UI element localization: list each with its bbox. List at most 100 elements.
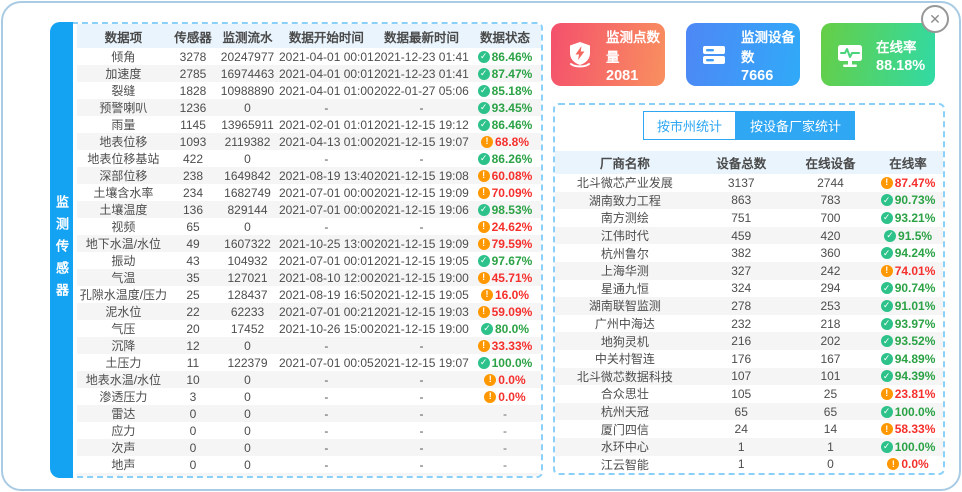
stat-card-label: 监测设备数 bbox=[741, 26, 800, 66]
start-time: - bbox=[279, 152, 374, 166]
latest-time: - bbox=[374, 424, 469, 438]
col-header-flow: 监测流水 bbox=[216, 27, 279, 46]
status-value: 60.08% bbox=[492, 169, 533, 183]
sensor-table-row: 气压20174522021-10-26 15:002021-12-15 19:0… bbox=[77, 320, 541, 337]
status-value: 87.47% bbox=[492, 67, 533, 81]
flow-count: 1607322 bbox=[216, 237, 279, 251]
sensor-count: 35 bbox=[170, 271, 216, 285]
flow-count: 1682749 bbox=[216, 186, 279, 200]
sensor-count: 3278 bbox=[170, 50, 216, 64]
stat-card-value: 2081 bbox=[606, 68, 665, 84]
data-item-name: 泥水位 bbox=[77, 303, 170, 320]
tab-by-city[interactable]: 按市州统计 bbox=[643, 111, 736, 140]
status-value: 79.59% bbox=[492, 237, 533, 251]
sensor-table-row: 孔隙水温度/压力251284372021-08-19 16:502021-12-… bbox=[77, 286, 541, 303]
status-cell: !87.47% bbox=[873, 176, 943, 190]
status-cell: ✓85.18% bbox=[469, 84, 541, 98]
check-circle-icon: ✓ bbox=[478, 204, 490, 216]
start-time: 2021-02-01 01:01 bbox=[279, 118, 374, 132]
flow-count: 0 bbox=[216, 441, 279, 455]
status-cell: !60.08% bbox=[469, 169, 541, 183]
warning-circle-icon: ! bbox=[484, 391, 496, 403]
status-cell: !0.0% bbox=[873, 457, 943, 471]
status-value: 90.74% bbox=[895, 281, 936, 295]
status-value: 100.0% bbox=[895, 405, 936, 419]
vendor-name: 地狗灵机 bbox=[555, 333, 695, 350]
status-value: 16.0% bbox=[495, 288, 529, 302]
check-circle-icon: ✓ bbox=[884, 230, 896, 242]
status-value: 86.46% bbox=[492, 118, 533, 132]
sensor-count: 234 bbox=[170, 186, 216, 200]
data-item-name: 渗透压力 bbox=[77, 388, 170, 405]
shield-bolt-icon bbox=[564, 39, 596, 71]
online-devices: 242 bbox=[788, 264, 873, 278]
sensor-table-row: 土壤温度1368291442021-07-01 00:002021-12-15 … bbox=[77, 201, 541, 218]
vendor-table-row: 水环中心11✓100.0% bbox=[555, 438, 943, 456]
status-cell: !59.09% bbox=[469, 305, 541, 319]
data-item-name: 视频 bbox=[77, 218, 170, 235]
sensor-table: 数据项 传感器 监测流水 数据开始时间 数据最新时间 数据状态 倾角327820… bbox=[56, 22, 543, 478]
stats-tabs: 按市州统计 按设备厂家统计 bbox=[555, 111, 943, 140]
sensor-count: 2785 bbox=[170, 67, 216, 81]
close-button[interactable]: ✕ bbox=[921, 5, 949, 33]
online-devices: 2744 bbox=[788, 176, 873, 190]
warning-circle-icon: ! bbox=[881, 423, 893, 435]
status-cell: ✓80.0% bbox=[469, 322, 541, 336]
start-time: 2021-08-19 16:50 bbox=[279, 288, 374, 302]
sensor-table-row: 应力00--- bbox=[77, 422, 541, 439]
latest-time: - bbox=[374, 152, 469, 166]
check-circle-icon: ✓ bbox=[881, 247, 893, 259]
vendor-table-header: 厂商名称 设备总数 在线设备 在线率 bbox=[555, 151, 943, 174]
sensor-table-header: 数据项 传感器 监测流水 数据开始时间 数据最新时间 数据状态 bbox=[77, 24, 541, 48]
online-devices: 700 bbox=[788, 211, 873, 225]
sensor-count: 20 bbox=[170, 322, 216, 336]
check-circle-icon: ✓ bbox=[881, 318, 893, 330]
sensor-count: 0 bbox=[170, 407, 216, 421]
warning-circle-icon: ! bbox=[478, 340, 490, 352]
stat-card-device-count: 监测设备数 7666 bbox=[686, 23, 800, 86]
vendor-name: 厦门四信 bbox=[555, 421, 695, 438]
latest-time: 2021-12-15 19:05 bbox=[374, 288, 469, 302]
vendor-name: 湖南致力工程 bbox=[555, 192, 695, 209]
sensor-count: 0 bbox=[170, 424, 216, 438]
device-total: 3137 bbox=[695, 176, 788, 190]
start-time: 2021-07-01 00:05 bbox=[279, 356, 374, 370]
sensor-table-row: 泥水位22622332021-07-01 00:212021-12-15 19:… bbox=[77, 303, 541, 320]
status-value: 59.09% bbox=[492, 305, 533, 319]
sensor-count: 3 bbox=[170, 390, 216, 404]
warning-circle-icon: ! bbox=[881, 388, 893, 400]
device-total: 863 bbox=[695, 193, 788, 207]
sensor-count: 422 bbox=[170, 152, 216, 166]
status-cell: ✓86.46% bbox=[469, 50, 541, 64]
latest-time: 2021-12-15 19:12 bbox=[374, 118, 469, 132]
start-time: 2021-07-01 00:21 bbox=[279, 305, 374, 319]
online-devices: 202 bbox=[788, 334, 873, 348]
status-cell: ✓90.73% bbox=[873, 193, 943, 207]
online-devices: 25 bbox=[788, 387, 873, 401]
warning-circle-icon: ! bbox=[881, 177, 893, 189]
vendor-table-row: 厦门四信2414!58.33% bbox=[555, 420, 943, 438]
col-header-sensors: 传感器 bbox=[170, 27, 216, 46]
latest-time: - bbox=[374, 390, 469, 404]
vendor-name: 北斗微芯数据科技 bbox=[555, 368, 695, 385]
check-circle-icon: ✓ bbox=[478, 85, 490, 97]
sensor-side-tab[interactable]: 监测传感器 bbox=[50, 22, 73, 478]
data-item-name: 地下水温/水位 bbox=[77, 235, 170, 252]
status-cell: - bbox=[469, 407, 541, 421]
vendor-table-row: 湖南联智监测278253✓91.01% bbox=[555, 297, 943, 315]
start-time: - bbox=[279, 373, 374, 387]
flow-count: 17452 bbox=[216, 322, 279, 336]
status-value: 68.8% bbox=[495, 135, 529, 149]
start-time: - bbox=[279, 220, 374, 234]
status-value: 87.47% bbox=[895, 176, 936, 190]
sensor-table-row: 土压力111223792021-07-01 00:052021-12-15 19… bbox=[77, 354, 541, 371]
col-header-device-total: 设备总数 bbox=[695, 153, 788, 172]
latest-time: - bbox=[374, 441, 469, 455]
col-header-online-devices: 在线设备 bbox=[788, 153, 873, 172]
tab-by-vendor[interactable]: 按设备厂家统计 bbox=[736, 111, 855, 140]
status-value: 0.0% bbox=[498, 390, 525, 404]
status-value: 94.24% bbox=[895, 246, 936, 260]
vendor-name: 江伟时代 bbox=[555, 227, 695, 244]
data-item-name: 深部位移 bbox=[77, 167, 170, 184]
data-item-name: 土壤温度 bbox=[77, 201, 170, 218]
